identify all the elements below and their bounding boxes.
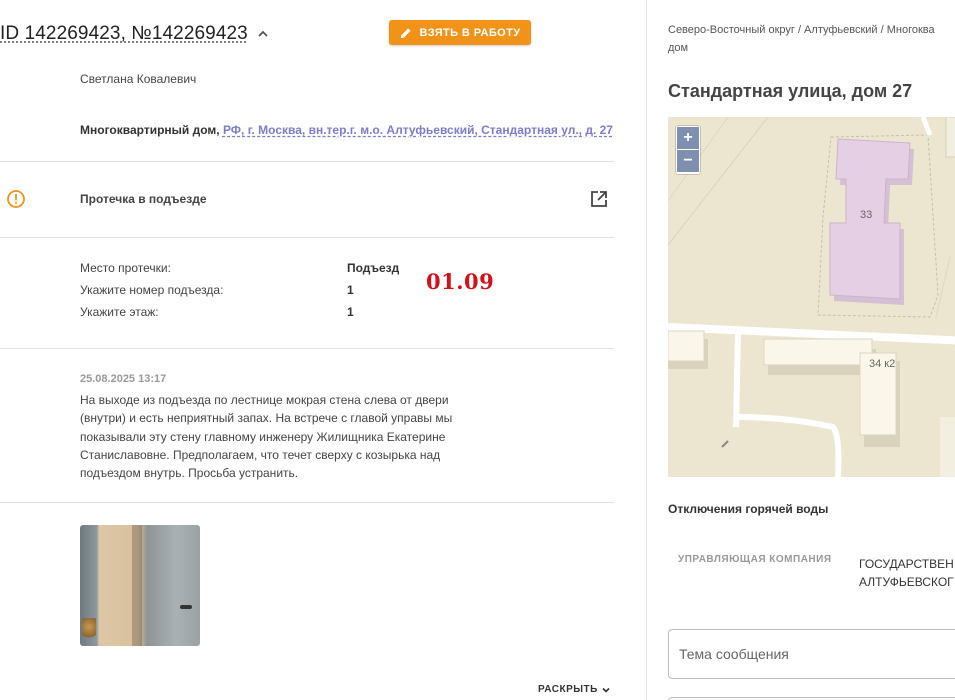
field-label: Укажите этаж: bbox=[80, 305, 159, 319]
take-to-work-label: ВЗЯТЬ В РАБОТУ bbox=[419, 26, 521, 39]
management-company-value: ГОСУДАРСТВЕН АЛТУФЬЕВСКОГ bbox=[859, 555, 955, 591]
zoom-in-button[interactable]: + bbox=[677, 127, 699, 149]
pencil-icon bbox=[400, 27, 411, 38]
comment-date: 25.08.2025 13:17 bbox=[80, 373, 167, 385]
issue-title: Протечка в подъезде bbox=[80, 192, 207, 206]
field-value: 1 bbox=[347, 283, 354, 297]
applicant-name: Светлана Ковалевич bbox=[80, 72, 197, 86]
issue-fields: Место протечки: Подъезд Укажите номер по… bbox=[80, 261, 399, 327]
field-value: Подъезд bbox=[347, 261, 400, 275]
field-row: Укажите номер подъезда: 1 bbox=[80, 283, 399, 305]
chevron-down-icon bbox=[602, 687, 610, 693]
field-label: Укажите номер подъезда: bbox=[80, 283, 224, 297]
photo-dog bbox=[82, 618, 96, 640]
street-title: Стандартная улица, дом 27 bbox=[668, 81, 913, 101]
field-row: Укажите этаж: 1 bbox=[80, 305, 399, 327]
divider bbox=[0, 348, 614, 349]
photo-door-edge bbox=[132, 525, 142, 646]
comment-text: На выходе из подъезда по лестнице мокрая… bbox=[80, 393, 453, 481]
zoom-out-button[interactable]: − bbox=[677, 150, 699, 172]
expand-button[interactable]: РАСКРЫТЬ bbox=[538, 684, 611, 695]
map-zoom-control: + − bbox=[676, 126, 700, 174]
mc-value-line: АЛТУФЬЕВСКОГ bbox=[859, 575, 954, 589]
date-stamp: 01.09 bbox=[426, 269, 495, 294]
breadcrumb-line[interactable]: дом bbox=[668, 39, 955, 57]
mc-value-line: ГОСУДАРСТВЕН bbox=[859, 557, 954, 571]
management-company-label: УПРАВЛЯЮЩАЯ КОМПАНИЯ bbox=[678, 554, 832, 565]
take-to-work-button[interactable]: ВЗЯТЬ В РАБОТУ bbox=[389, 20, 531, 45]
map[interactable]: 33 34 к2 + − bbox=[668, 117, 955, 477]
ticket-panel: ID 142269423, №142269423 ВЗЯТЬ В РАБОТУ … bbox=[0, 0, 614, 700]
attachment-photo[interactable] bbox=[80, 525, 200, 646]
field-row: Место протечки: Подъезд bbox=[80, 261, 399, 283]
divider bbox=[0, 237, 614, 238]
map-label-34k2: 34 к2 bbox=[869, 358, 896, 370]
divider bbox=[0, 161, 614, 162]
address-sidebar: Северо-Восточный округ / Алтуфьевский / … bbox=[647, 0, 955, 700]
address-type: Многоквартирный дом, bbox=[80, 123, 220, 137]
address-row: Многоквартирный дом, РФ, г. Москва, вн.т… bbox=[80, 123, 613, 137]
expand-label: РАСКРЫТЬ bbox=[538, 684, 598, 695]
breadcrumb-line[interactable]: Северо-Восточный округ / Алтуфьевский / … bbox=[668, 24, 935, 36]
warning-circle-icon bbox=[6, 189, 26, 209]
photo-door-handle bbox=[180, 605, 192, 609]
breadcrumb: Северо-Восточный округ / Алтуфьевский / … bbox=[668, 21, 955, 57]
ticket-header[interactable]: ID 142269423, №142269423 bbox=[0, 20, 270, 48]
open-external-icon[interactable] bbox=[589, 189, 609, 209]
message-subject-input[interactable] bbox=[668, 629, 955, 679]
map-label-33: 33 bbox=[860, 209, 873, 221]
field-value: 1 bbox=[347, 305, 354, 319]
divider bbox=[0, 502, 614, 503]
address-link[interactable]: РФ, г. Москва, вн.тер.г. м.о. Алтуфьевск… bbox=[223, 123, 613, 137]
hot-water-title: Отключения горячей воды bbox=[668, 502, 829, 516]
field-label: Место протечки: bbox=[80, 261, 171, 275]
ticket-id[interactable]: ID 142269423, №142269423 bbox=[0, 23, 248, 45]
map-canvas bbox=[668, 117, 955, 477]
chevron-up-icon[interactable] bbox=[256, 27, 270, 41]
